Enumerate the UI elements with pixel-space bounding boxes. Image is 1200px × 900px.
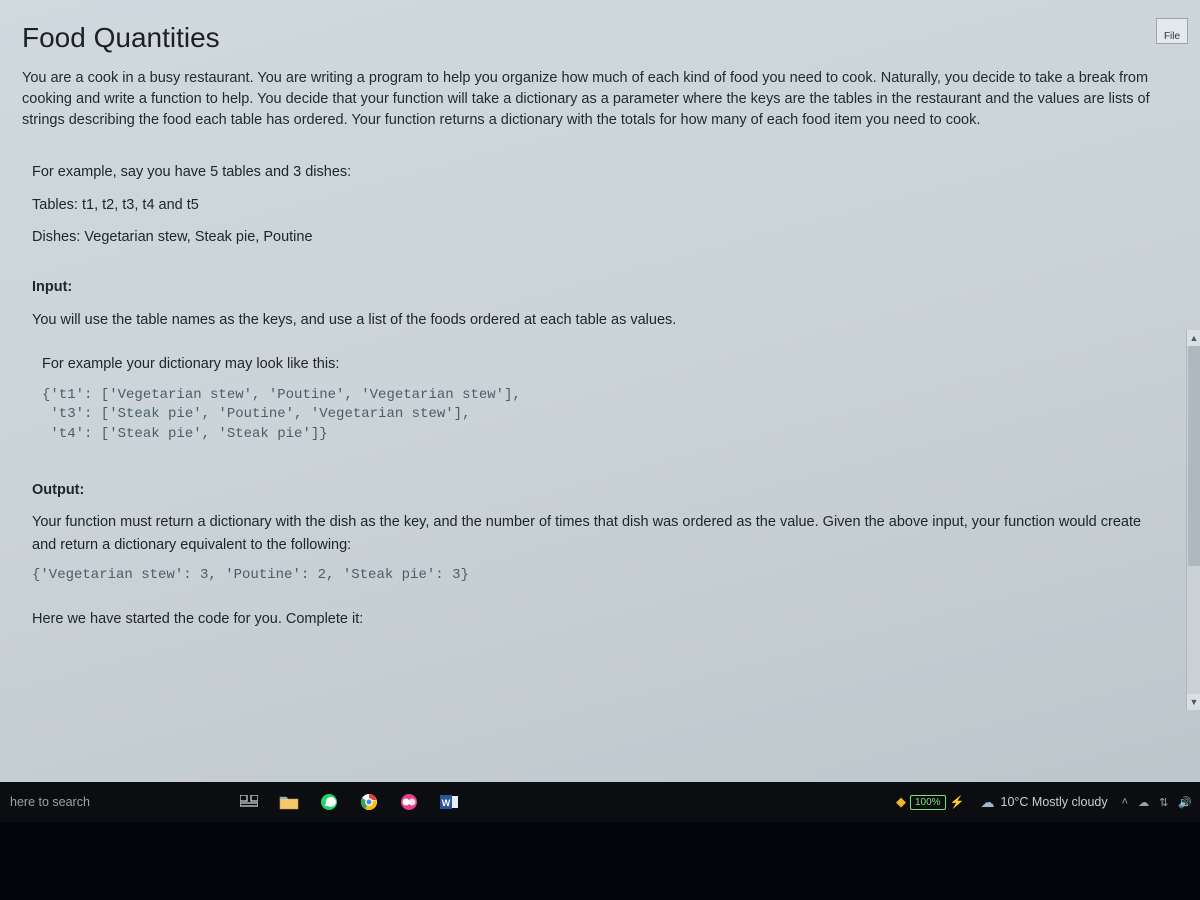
volume-icon[interactable]: 🔊 — [1178, 796, 1192, 809]
taskbar: here to search W ◆ 100% ⚡ — [0, 782, 1200, 822]
page-title: Food Quantities — [22, 22, 1166, 54]
system-tray[interactable]: ˄ ☁ ⇅ 🔊 — [1122, 796, 1200, 809]
intro-paragraph: You are a cook in a busy restaurant. You… — [22, 68, 1166, 131]
whatsapp-icon[interactable] — [316, 789, 342, 815]
taskbar-app-icons: W — [236, 789, 462, 815]
input-section: Input: You will use the table names as t… — [22, 276, 1166, 444]
example-dishes: Dishes: Vegetarian stew, Steak pie, Pout… — [32, 226, 1166, 248]
onedrive-icon[interactable]: ☁ — [1138, 796, 1149, 809]
output-section: Output: Your function must return a dict… — [22, 479, 1166, 630]
file-button[interactable]: File — [1156, 18, 1188, 44]
document-page: File Food Quantities You are a cook in a… — [0, 0, 1188, 658]
cloud-icon: ☁ — [981, 794, 995, 811]
file-explorer-icon[interactable] — [276, 789, 302, 815]
output-desc: Your function must return a dictionary w… — [32, 511, 1166, 556]
example-lead: For example, say you have 5 tables and 3… — [32, 161, 1166, 183]
svg-text:W: W — [442, 798, 451, 808]
scroll-track[interactable] — [1187, 346, 1200, 694]
vertical-scrollbar[interactable]: ▲ ▼ — [1186, 330, 1200, 710]
taskbar-search[interactable]: here to search — [0, 795, 230, 809]
example-section: For example, say you have 5 tables and 3… — [22, 161, 1166, 248]
word-icon[interactable]: W — [436, 789, 462, 815]
chevron-up-icon[interactable]: ˄ — [1122, 796, 1128, 808]
charging-icon: ⚡ — [950, 795, 965, 809]
shield-icon[interactable]: ◆ — [896, 794, 906, 810]
scroll-thumb[interactable] — [1188, 346, 1200, 566]
input-example-block: For example your dictionary may look lik… — [32, 353, 1166, 444]
viewport: File Food Quantities You are a cook in a… — [0, 0, 1200, 900]
output-code: {'Vegetarian stew': 3, 'Poutine': 2, 'St… — [32, 566, 1166, 586]
input-code: {'t1': ['Vegetarian stew', 'Poutine', 'V… — [42, 386, 1166, 445]
weather-widget[interactable]: ☁ 10°C Mostly cloudy — [981, 794, 1108, 811]
wifi-icon[interactable]: ⇅ — [1159, 796, 1168, 809]
chrome-icon[interactable] — [356, 789, 382, 815]
scroll-up-icon[interactable]: ▲ — [1187, 330, 1200, 346]
weather-text: 10°C Mostly cloudy — [1001, 795, 1108, 809]
below-screen — [0, 822, 1200, 900]
output-footer: Here we have started the code for you. C… — [32, 608, 1166, 630]
scroll-down-icon[interactable]: ▼ — [1187, 694, 1200, 710]
app-icon-pink[interactable] — [396, 789, 422, 815]
example-tables: Tables: t1, t2, t3, t4 and t5 — [32, 194, 1166, 216]
input-label: Input: — [32, 276, 1166, 298]
task-view-icon[interactable] — [236, 789, 262, 815]
output-label: Output: — [32, 479, 1166, 501]
input-sub-lead: For example your dictionary may look lik… — [42, 353, 1166, 375]
battery-indicator[interactable]: 100% — [910, 795, 946, 810]
input-desc: You will use the table names as the keys… — [32, 309, 1166, 331]
